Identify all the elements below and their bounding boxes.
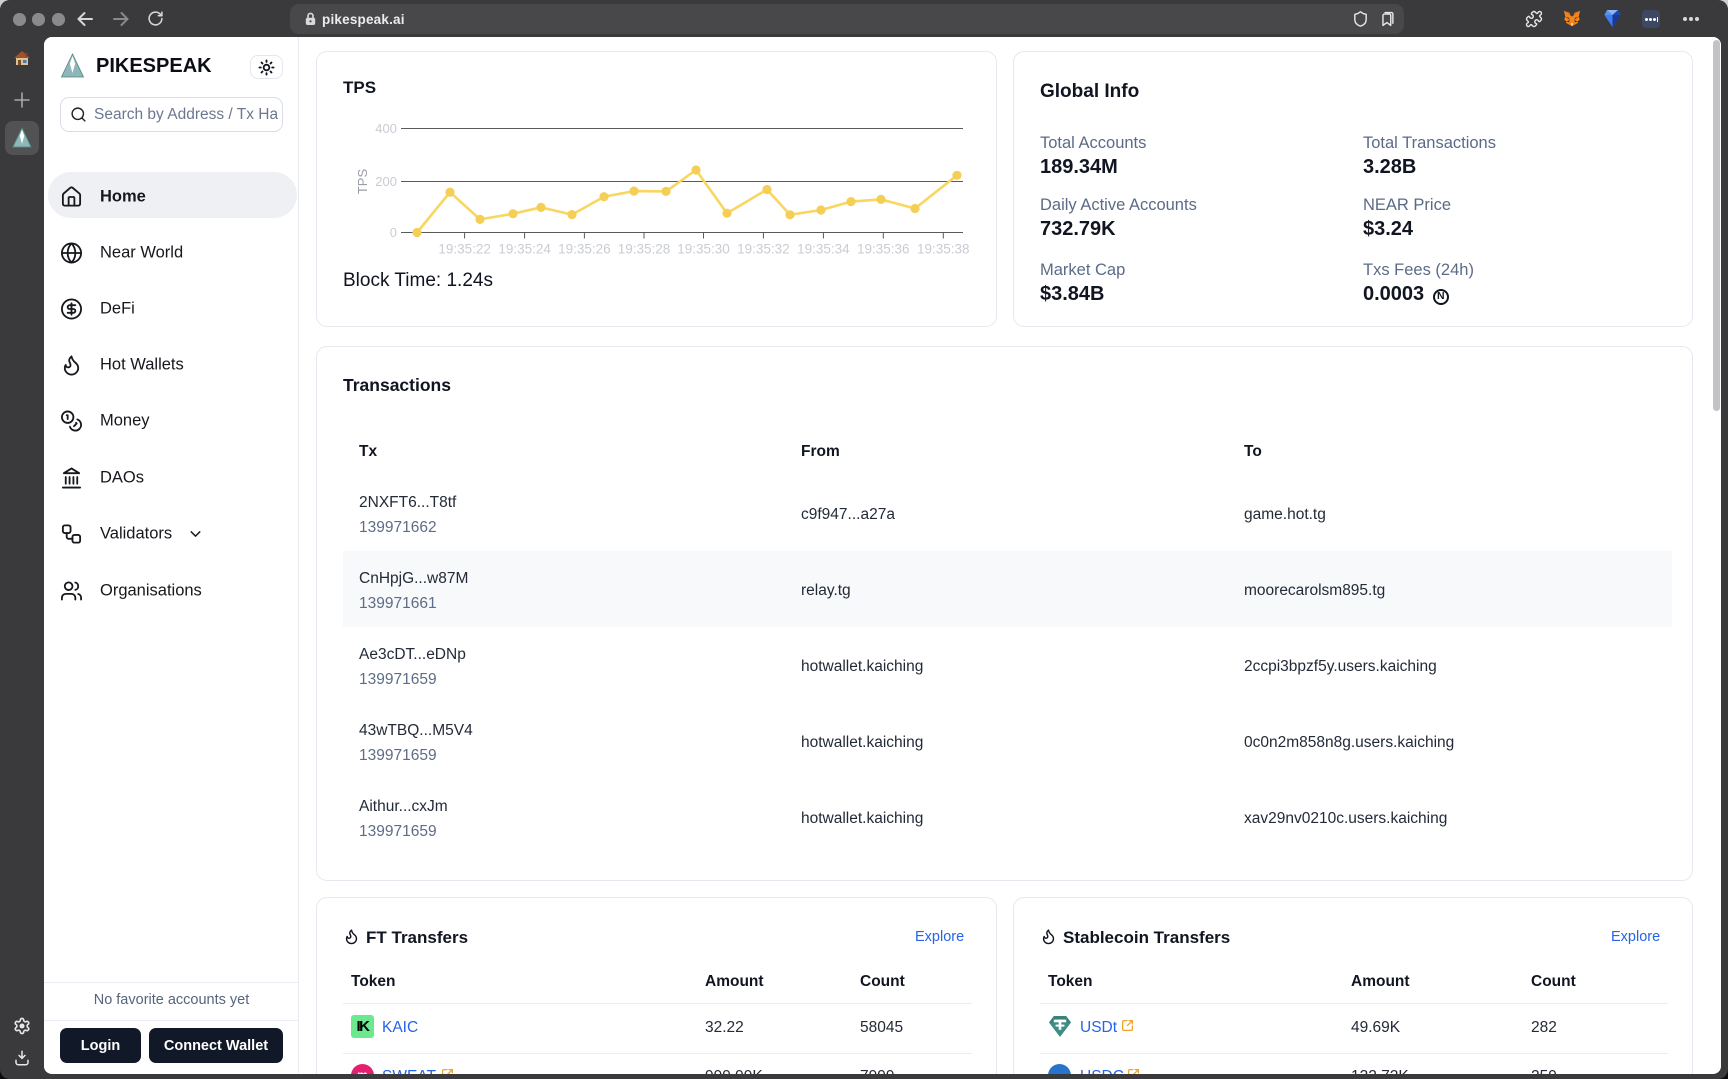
svg-text:19:35:34: 19:35:34 — [797, 242, 850, 257]
svg-text:0: 0 — [390, 225, 397, 240]
svg-text:19:35:30: 19:35:30 — [677, 242, 730, 257]
svg-text:19:35:28: 19:35:28 — [618, 242, 671, 257]
svg-text:19:35:36: 19:35:36 — [857, 242, 910, 257]
svg-text:19:35:24: 19:35:24 — [498, 242, 551, 257]
svg-text:19:35:32: 19:35:32 — [737, 242, 790, 257]
svg-text:200: 200 — [375, 174, 397, 189]
svg-text:19:35:38: 19:35:38 — [917, 242, 970, 257]
svg-text:19:35:26: 19:35:26 — [558, 242, 611, 257]
svg-text:TPS: TPS — [355, 169, 370, 195]
svg-text:400: 400 — [375, 121, 397, 136]
svg-text:19:35:22: 19:35:22 — [438, 242, 491, 257]
